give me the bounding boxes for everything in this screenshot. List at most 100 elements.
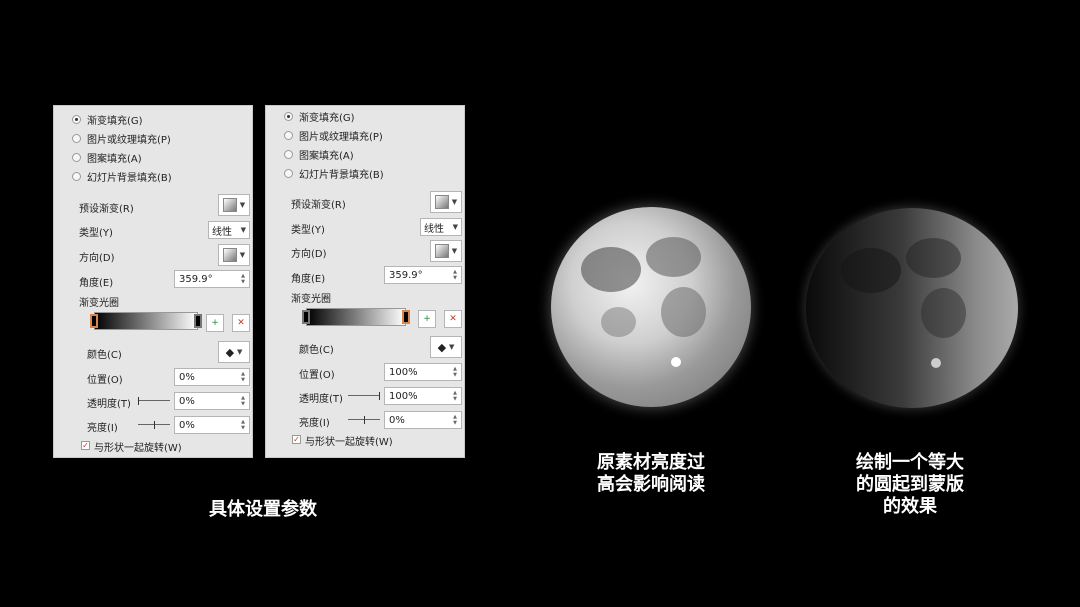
paint-bucket-icon: ◆ <box>437 340 447 354</box>
moon-original-image <box>551 207 751 407</box>
gradient-stops-label: 渐变光圈 <box>291 294 331 305</box>
remove-stop-button[interactable]: ✕ <box>444 310 462 328</box>
radio-icon <box>284 168 293 178</box>
gradient-swatch-icon <box>434 244 449 258</box>
transparency-input[interactable]: 0% ▲ ▼ <box>174 392 250 410</box>
type-label: 类型(Y) <box>291 225 325 236</box>
gradient-stop-left[interactable] <box>90 314 98 328</box>
add-stop-icon: + <box>211 318 219 328</box>
brightness-input[interactable]: 0% ▲ ▼ <box>384 411 462 429</box>
spinner-arrows-icon[interactable]: ▲ ▼ <box>453 366 457 378</box>
spinner-arrows-icon[interactable]: ▲ ▼ <box>241 395 245 407</box>
remove-stop-icon: ✕ <box>237 318 245 328</box>
gradient-fill-panel-right: 渐变填充(G) 图片或纹理填充(P) 图案填充(A) 幻灯片背景填充(B) 预设… <box>265 105 465 458</box>
transparency-value: 0% <box>179 395 195 407</box>
slider-track <box>138 400 170 401</box>
direction-label: 方向(D) <box>79 253 115 264</box>
rotate-with-shape-label: 与形状一起旋转(W) <box>305 437 393 448</box>
radio-label: 图案填充(A) <box>87 153 142 165</box>
radio-label: 渐变填充(G) <box>299 112 355 124</box>
color-label: 颜色(C) <box>299 345 334 356</box>
gradient-stop-left[interactable] <box>302 310 310 324</box>
preset-label: 预设渐变(R) <box>291 200 346 211</box>
transparency-value: 100% <box>389 390 418 402</box>
radio-picture-fill[interactable]: 图片或纹理填充(P) <box>72 131 171 146</box>
type-select[interactable]: 线性 ▼ <box>208 221 250 239</box>
type-value: 线性 <box>212 226 232 238</box>
moon-crater <box>671 357 681 367</box>
spinner-arrows-icon[interactable]: ▲ ▼ <box>453 390 457 402</box>
radio-icon <box>72 133 81 143</box>
brightness-slider[interactable] <box>348 416 380 424</box>
radio-label: 幻灯片背景填充(B) <box>87 172 172 184</box>
moon-masked-image <box>806 208 1018 408</box>
gradient-swatch-icon <box>222 198 237 212</box>
gradient-stop-right[interactable] <box>194 314 202 328</box>
preset-gradient-dropdown[interactable]: ▼ <box>430 191 462 213</box>
caption-original: 原素材亮度过 高会影响阅读 <box>597 452 705 495</box>
gradient-stops-bar[interactable] <box>90 312 202 330</box>
remove-stop-icon: ✕ <box>449 314 457 324</box>
brightness-label: 亮度(I) <box>299 418 330 429</box>
radio-slide-bg-fill[interactable]: 幻灯片背景填充(B) <box>72 169 172 184</box>
gradient-stop-right[interactable] <box>402 310 410 324</box>
color-dropdown[interactable]: ◆ ▼ <box>430 336 462 358</box>
transparency-slider[interactable] <box>138 397 170 405</box>
rotate-with-shape-checkbox[interactable]: ✓ <box>81 441 90 450</box>
radio-gradient-fill[interactable]: 渐变填充(G) <box>284 109 355 124</box>
slider-thumb[interactable] <box>154 421 155 429</box>
preset-gradient-dropdown[interactable]: ▼ <box>218 194 250 216</box>
rotate-with-shape-checkbox[interactable]: ✓ <box>292 435 301 444</box>
angle-input[interactable]: 359.9° ▲ ▼ <box>174 270 250 288</box>
position-input[interactable]: 0% ▲ ▼ <box>174 368 250 386</box>
type-label: 类型(Y) <box>79 228 113 239</box>
remove-stop-button[interactable]: ✕ <box>232 314 250 332</box>
direction-dropdown[interactable]: ▼ <box>218 244 250 266</box>
chevron-down-icon: ▼ <box>237 348 243 356</box>
spinner-arrows-icon[interactable]: ▲ ▼ <box>241 371 245 383</box>
position-input[interactable]: 100% ▲ ▼ <box>384 363 462 381</box>
spinner-arrows-icon[interactable]: ▲ ▼ <box>241 419 245 431</box>
brightness-label: 亮度(I) <box>87 423 118 434</box>
rotate-with-shape-label: 与形状一起旋转(W) <box>94 443 182 454</box>
radio-pattern-fill[interactable]: 图案填充(A) <box>284 147 354 162</box>
add-stop-button[interactable]: + <box>206 314 224 332</box>
transparency-slider[interactable] <box>348 392 380 400</box>
moon-mare <box>581 247 641 292</box>
moon-crater <box>931 358 941 368</box>
moon-mare <box>646 237 701 277</box>
direction-label: 方向(D) <box>291 249 327 260</box>
add-stop-button[interactable]: + <box>418 310 436 328</box>
preset-label: 预设渐变(R) <box>79 204 134 215</box>
radio-pattern-fill[interactable]: 图案填充(A) <box>72 150 142 165</box>
chevron-down-icon: ▼ <box>452 223 458 231</box>
gradient-stops-bar[interactable] <box>302 308 410 326</box>
slider-thumb[interactable] <box>364 416 365 424</box>
type-select[interactable]: 线性 ▼ <box>420 218 462 236</box>
spinner-arrows-icon[interactable]: ▲ ▼ <box>241 273 245 285</box>
chevron-down-icon: ▼ <box>239 251 246 259</box>
radio-gradient-fill[interactable]: 渐变填充(G) <box>72 112 143 127</box>
radio-slide-bg-fill[interactable]: 幻灯片背景填充(B) <box>284 166 384 181</box>
chevron-down-icon: ▼ <box>449 343 455 351</box>
chevron-down-icon: ▼ <box>451 247 458 255</box>
radio-label: 图片或纹理填充(P) <box>299 131 383 143</box>
moon-mare <box>921 288 966 338</box>
radio-icon <box>284 130 293 140</box>
gradient-swatch-icon <box>222 248 237 262</box>
radio-picture-fill[interactable]: 图片或纹理填充(P) <box>284 128 383 143</box>
brightness-input[interactable]: 0% ▲ ▼ <box>174 416 250 434</box>
moon-mare <box>906 238 961 278</box>
spinner-arrows-icon[interactable]: ▲ ▼ <box>453 414 457 426</box>
direction-dropdown[interactable]: ▼ <box>430 240 462 262</box>
color-dropdown[interactable]: ◆ ▼ <box>218 341 250 363</box>
slider-thumb[interactable] <box>379 392 380 400</box>
spinner-arrows-icon[interactable]: ▲ ▼ <box>453 269 457 281</box>
transparency-input[interactable]: 100% ▲ ▼ <box>384 387 462 405</box>
angle-input[interactable]: 359.9° ▲ ▼ <box>384 266 462 284</box>
gradient-swatch-icon <box>434 195 449 209</box>
slider-thumb[interactable] <box>138 397 139 405</box>
radio-icon <box>284 149 293 159</box>
brightness-slider[interactable] <box>138 421 170 429</box>
chevron-down-icon: ▼ <box>240 226 246 234</box>
